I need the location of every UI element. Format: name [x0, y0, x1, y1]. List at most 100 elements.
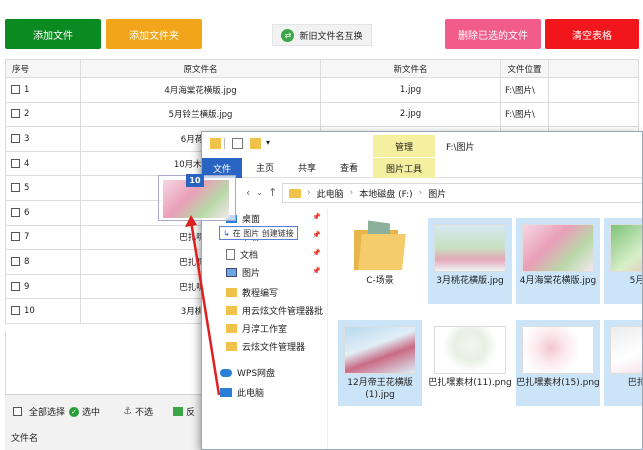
pin-icon[interactable]: 📌 [312, 249, 321, 257]
explorer-titlebar: ▾ 管理 F:\图片 [202, 132, 642, 158]
deselect-label: 不选 [134, 408, 153, 418]
breadcrumb-separator: › [349, 188, 354, 198]
file-tile[interactable]: 巴扎(54) [604, 320, 642, 406]
pin-icon[interactable]: 📌 [312, 231, 321, 239]
row-index[interactable]: 8 [5, 249, 81, 275]
row-number: 8 [24, 256, 30, 267]
pin-icon[interactable]: 📌 [312, 213, 321, 221]
row-checkbox[interactable] [11, 158, 20, 168]
back-icon[interactable]: ‹ [246, 186, 250, 199]
folder-tile[interactable]: C-场景 [338, 218, 422, 304]
nav-item[interactable]: 云炫文件管理器 [226, 340, 305, 353]
nav-item-label: 月淳工作室 [242, 325, 288, 335]
row-checkbox[interactable] [11, 281, 20, 291]
up-icon[interactable]: ↑ [268, 186, 277, 199]
image-thumbnail [522, 326, 594, 374]
row-index[interactable]: 5 [5, 175, 81, 201]
nav-item[interactable]: 图片 [226, 266, 260, 279]
folder-icon [226, 306, 237, 315]
nav-item[interactable]: 此电脑 [220, 386, 264, 399]
row-index[interactable]: 3 [5, 126, 81, 152]
breadcrumb-separator: › [418, 188, 423, 198]
clear-table-button[interactable]: 清空表格 [545, 19, 639, 49]
ribbon-tabs: 文件 主页 共享 查看 图片工具 [202, 158, 642, 178]
breadcrumb-drive[interactable]: 本地磁盘 (F:) [359, 187, 412, 200]
image-thumbnail [610, 224, 642, 272]
nav-item-label: 教程编写 [242, 289, 279, 299]
col-header-new-name[interactable]: 新文件名 [320, 59, 501, 78]
properties-icon[interactable] [232, 138, 243, 149]
folder-icon [226, 342, 237, 351]
drop-tooltip: ↳ 在 图片 创建链接 [219, 226, 298, 240]
select-label: 选中 [82, 408, 101, 418]
picture-icon [226, 268, 237, 277]
file-tile[interactable]: 巴扎嘿素材(11).png [428, 320, 512, 406]
old-name-cell: 4月海棠花横版.jpg [80, 77, 321, 103]
new-folder-icon[interactable] [250, 138, 261, 149]
tab-share[interactable]: 共享 [298, 161, 316, 174]
col-header-index[interactable]: 序号 [5, 59, 81, 78]
row-checkbox[interactable] [11, 183, 20, 193]
add-folder-button[interactable]: 添加文件夹 [106, 19, 202, 49]
breadcrumb-pictures[interactable]: 图片 [428, 187, 446, 200]
empty-cell [548, 101, 639, 128]
nav-item[interactable]: 月淳工作室 [226, 322, 287, 335]
file-tile[interactable]: 4月海棠花横版.jpg [516, 218, 600, 304]
file-tile[interactable]: 12月帝王花横版(1).jpg [338, 320, 422, 406]
row-checkbox[interactable] [11, 256, 20, 266]
breadcrumb-this-pc[interactable]: 此电脑 [317, 187, 344, 200]
row-checkbox[interactable] [11, 133, 20, 143]
old-name-cell: 5月铃兰横版.jpg [80, 101, 321, 128]
file-name-label: 巴扎嘿素材(11).png [428, 378, 512, 388]
row-checkbox[interactable] [11, 232, 20, 242]
row-index[interactable]: 6 [5, 199, 81, 226]
drag-count-badge: 10 [186, 174, 204, 187]
row-checkbox[interactable] [11, 84, 20, 94]
swap-names-button[interactable]: ⇄ 新旧文件名互换 [272, 24, 372, 46]
nav-item[interactable]: 文档 [226, 248, 258, 261]
tab-view[interactable]: 查看 [340, 161, 358, 174]
invert-button[interactable]: 反 [173, 405, 195, 418]
swap-names-label: 新旧文件名互换 [299, 31, 363, 42]
col-header-old-name[interactable]: 原文件名 [80, 59, 321, 78]
pin-icon[interactable]: 📌 [312, 267, 321, 275]
dropdown-icon[interactable]: ▾ [266, 138, 277, 149]
folder-icon [226, 288, 237, 297]
select-button[interactable]: ✓ 选中 [69, 405, 100, 418]
address-bar[interactable]: › 此电脑 › 本地磁盘 (F:) › 图片 [282, 183, 642, 203]
nav-item[interactable]: 用云炫文件管理器批 [226, 304, 323, 317]
row-number: 5 [24, 183, 30, 194]
row-checkbox[interactable] [11, 306, 20, 316]
row-index[interactable]: 9 [5, 273, 81, 300]
tab-picture-tools[interactable]: 图片工具 [373, 158, 435, 178]
nav-item-label: 云炫文件管理器 [242, 343, 306, 353]
row-index[interactable]: 2 [5, 101, 81, 128]
chevron-down-icon[interactable]: ⌄ [256, 188, 263, 197]
window-title: F:\图片 [446, 143, 475, 153]
select-all-checkbox[interactable]: 全部选择 [13, 405, 65, 418]
deselect-button[interactable]: ⚓ 不选 [123, 405, 153, 418]
table-row[interactable]: 1 4月海棠花横版.jpg 1.jpg F:\图片\ [5, 77, 639, 103]
row-index[interactable]: 4 [5, 150, 81, 177]
tab-home[interactable]: 主页 [256, 161, 274, 174]
file-name-label: 巴扎(54) [627, 378, 642, 388]
row-index[interactable]: 1 [5, 77, 81, 103]
new-name-cell: 1.jpg [320, 77, 501, 103]
add-file-button[interactable]: 添加文件 [5, 19, 101, 49]
row-checkbox[interactable] [11, 109, 20, 119]
drop-tooltip-text: 在 图片 创建链接 [232, 228, 294, 238]
col-header-location[interactable]: 文件位置 [500, 59, 549, 78]
file-tile[interactable]: 5月铃兰 [604, 218, 642, 304]
row-index[interactable]: 10 [5, 298, 81, 324]
row-index[interactable]: 7 [5, 224, 81, 251]
delete-selected-button[interactable]: 删除已选的文件 [445, 19, 541, 49]
file-tile[interactable]: 巴扎嘿素材(15).png [516, 320, 600, 406]
table-row[interactable]: 2 5月铃兰横版.jpg 2.jpg F:\图片\ [5, 101, 639, 128]
manage-tab[interactable]: 管理 [373, 135, 435, 157]
file-tile[interactable]: 3月桃花横版.jpg [428, 218, 512, 304]
checkbox-icon [13, 407, 22, 416]
nav-item[interactable]: 教程编写 [226, 286, 278, 299]
row-checkbox[interactable] [11, 207, 20, 217]
nav-item[interactable]: WPS网盘 [220, 366, 275, 379]
row-number: 9 [24, 281, 30, 292]
